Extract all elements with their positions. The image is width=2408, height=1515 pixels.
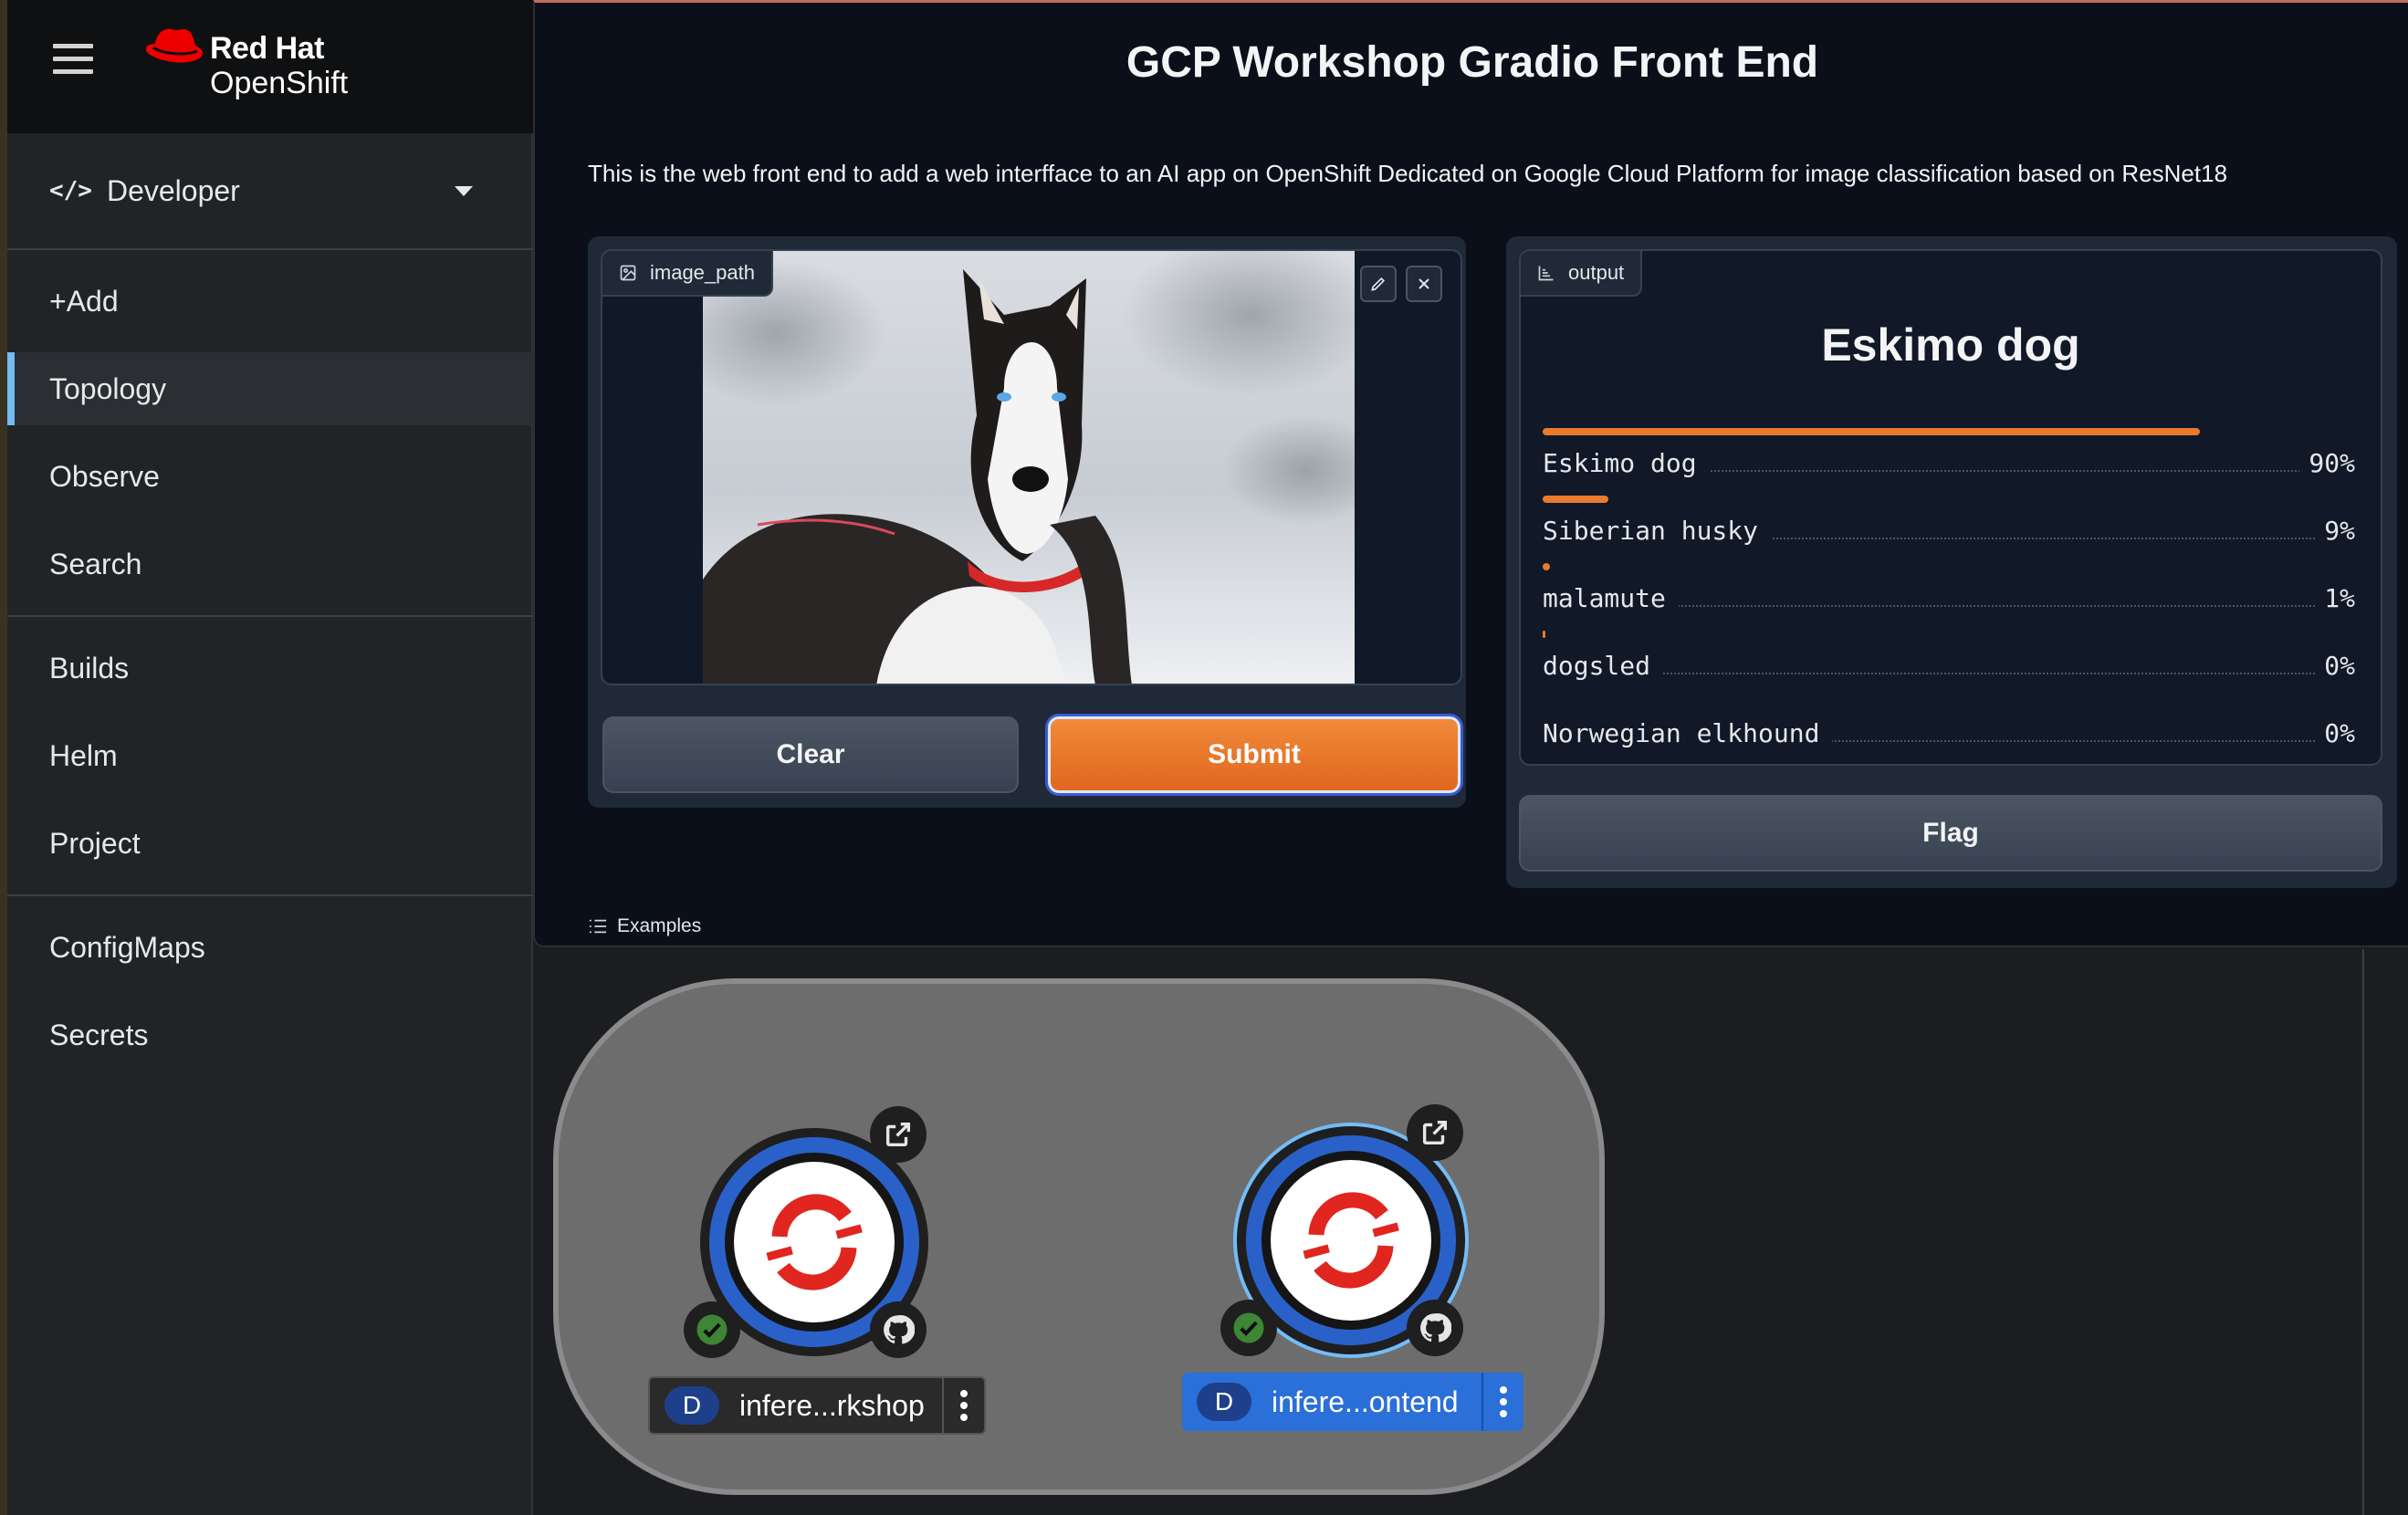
close-icon[interactable] [1406,266,1442,302]
code-icon: </> [49,177,92,204]
flag-button[interactable]: Flag [1519,795,2382,872]
workload-node[interactable] [1220,1104,1474,1364]
gradio-app: GCP Workshop Gradio Front End This is th… [533,0,2408,947]
confidence-bar [1543,428,2200,435]
input-panel: image_path Clear Submit [588,236,1466,808]
build-status-icon[interactable] [684,1301,740,1358]
deployment-badge: D [665,1386,719,1425]
nav-item-add[interactable]: +Add [7,265,533,338]
perspective-switcher[interactable]: </> Developer [7,133,533,250]
confidence-row: malamute 1% [1543,563,2355,620]
confidence-label: Norwegian elkhound [1543,718,1833,748]
confidence-value: 9% [2315,516,2355,546]
workload-name: infere...rkshop [739,1388,925,1422]
scrollbar-track[interactable] [2362,949,2364,1515]
confidence-label: dogsled [1543,651,1664,681]
build-status-icon[interactable] [1220,1300,1277,1356]
image-input-label: image_path [602,251,773,297]
examples-section[interactable]: Examples [588,915,701,937]
chart-icon [1538,266,1554,281]
confidence-bar [1543,563,1550,570]
submit-button[interactable]: Submit [1048,716,1461,793]
nav-divider [7,615,533,617]
husky-image [703,251,1355,684]
confidence-row: Siberian husky 9% [1543,496,2355,552]
redhat-openshift-logo[interactable]: Red Hat OpenShift [142,26,389,108]
image-icon [620,265,636,281]
uploaded-image [703,251,1355,684]
perspective-label: Developer [106,173,240,207]
nav-item-secrets[interactable]: Secrets [7,998,533,1071]
brand-name-redhat: Red Hat [210,31,324,66]
output-label-text: output [1568,261,1625,284]
workload-name: infere...ontend [1272,1384,1459,1418]
output-panel: output Eskimo dog Eskimo dog 90% Siberian … [1506,236,2397,888]
label-output: output Eskimo dog Eskimo dog 90% Siberian … [1519,249,2382,766]
output-label: output [1521,251,1643,297]
nav-item-topology[interactable]: Topology [7,352,533,425]
confidence-bar [1543,631,1545,638]
kebab-menu-icon[interactable] [1481,1373,1523,1431]
app-title: GCP Workshop Gradio Front End [1125,38,1819,87]
predicted-label: Eskimo dog [1821,319,2080,371]
workload-label[interactable]: D infere...rkshop [648,1376,986,1435]
nav-item-builds[interactable]: Builds [7,632,533,705]
confidence-bar [1543,496,1608,503]
github-icon[interactable] [870,1301,927,1358]
nav-item-search[interactable]: Search [7,528,533,601]
confidence-value: 0% [2315,718,2355,748]
nav-item-configmaps[interactable]: ConfigMaps [7,911,533,984]
confidence-label: Eskimo dog [1543,448,1710,478]
deployment-badge: D [1197,1383,1251,1421]
clear-button[interactable]: Clear [602,716,1019,793]
openshift-logo-icon [1303,1192,1399,1289]
caret-down-icon [455,186,473,196]
image-input-label-text: image_path [650,261,755,284]
redhat-logo-icon [146,28,203,63]
image-input[interactable]: image_path [601,249,1462,685]
brand-name-openshift: OpenShift [210,66,349,100]
examples-label: Examples [617,915,702,936]
github-icon[interactable] [1407,1300,1463,1356]
sidebar: Red Hat OpenShift </> Developer +Add Top… [0,0,533,1515]
kebab-menu-icon[interactable] [942,1376,984,1435]
confidence-label: Siberian husky [1543,516,1772,546]
sidebar-edge [0,0,7,1515]
confidence-value: 1% [2315,583,2355,613]
app-description: This is the web front end to add a web i… [588,160,2228,187]
nav-item-helm[interactable]: Helm [7,719,533,792]
confidence-value: 90% [2299,448,2355,478]
confidence-row: Eskimo dog 90% [1543,428,2355,485]
open-url-icon[interactable] [1407,1104,1463,1161]
nav-item-observe[interactable]: Observe [7,440,533,513]
nav-item-project[interactable]: Project [7,807,533,880]
open-url-icon[interactable] [870,1106,927,1163]
list-icon [589,919,607,934]
masthead: Red Hat OpenShift [7,0,533,133]
confidence-leader [1543,673,2355,674]
workload-label[interactable]: D infere...ontend [1182,1373,1523,1431]
application-group[interactable]: D infere...rkshop D infere...ontend [553,978,1605,1495]
edit-icon[interactable] [1360,266,1397,302]
nav-divider [7,894,533,896]
confidence-row: Norwegian elkhound 0% [1543,718,2355,755]
hamburger-menu-icon[interactable] [53,44,93,84]
confidence-label: malamute [1543,583,1679,613]
openshift-logo-icon [766,1194,863,1290]
confidence-value: 0% [2315,651,2355,681]
workload-node[interactable] [684,1106,937,1365]
confidence-row: dogsled 0% [1543,631,2355,687]
